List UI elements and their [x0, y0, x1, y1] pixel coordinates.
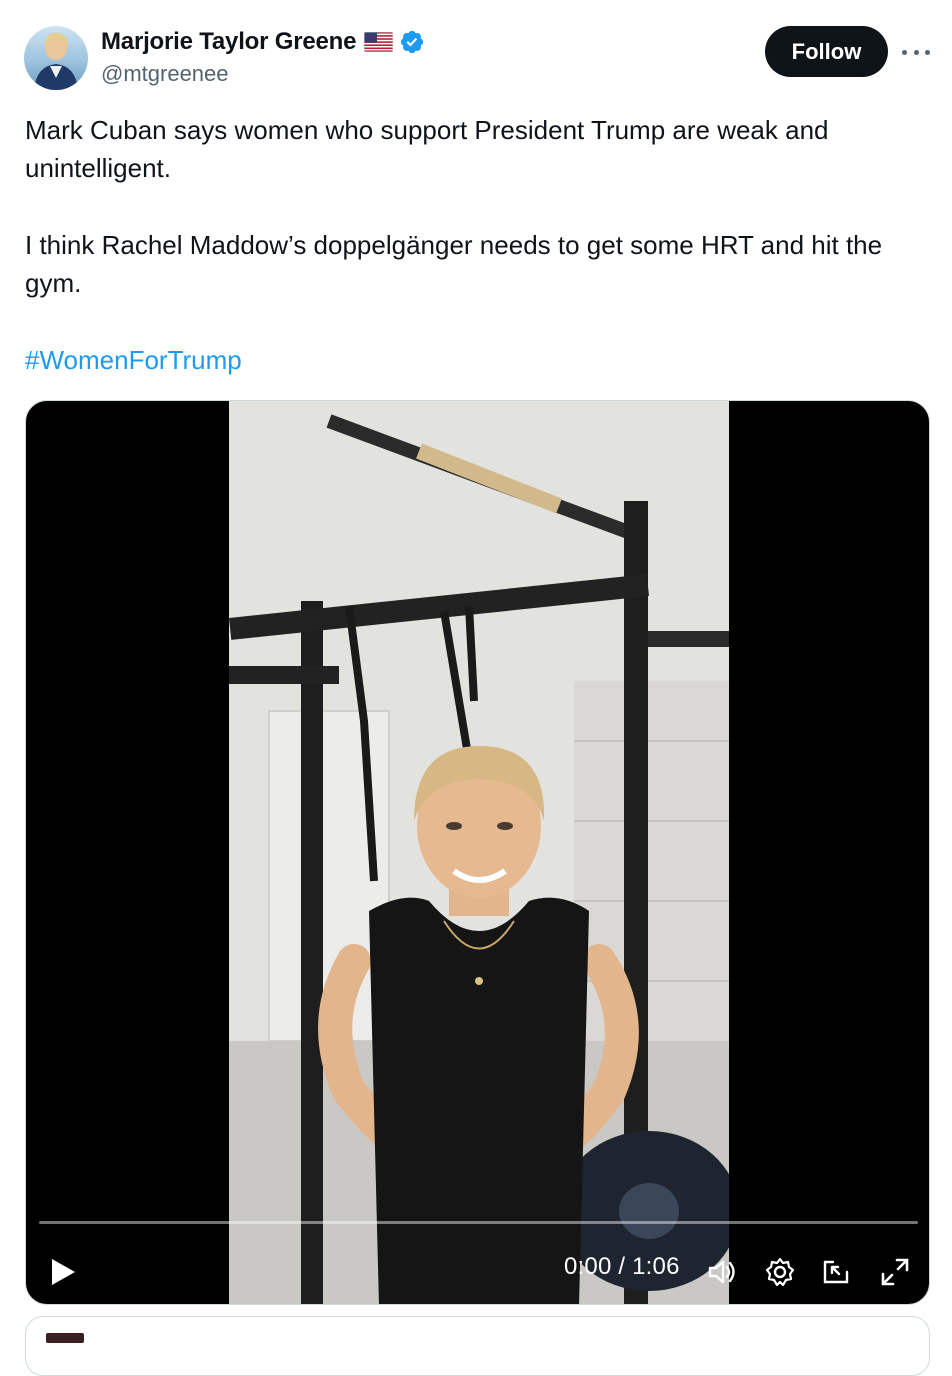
avatar-image	[34, 32, 78, 90]
hashtag-link[interactable]: #WomenForTrump	[25, 345, 242, 375]
more-dot	[925, 49, 930, 55]
video-thumbnail	[229, 401, 729, 1304]
more-dot	[913, 49, 919, 55]
tweet-paragraph: Mark Cuban says women who support Presid…	[25, 115, 829, 183]
more-dot	[902, 49, 907, 55]
picture-in-picture-icon[interactable]	[821, 1256, 853, 1288]
author-name-row: Marjorie Taylor Greene	[101, 26, 425, 58]
verified-badge-icon[interactable]	[399, 29, 425, 55]
video-progress-bar[interactable]	[39, 1221, 918, 1224]
video-frame[interactable]	[229, 401, 729, 1304]
quoted-tweet-card[interactable]	[25, 1316, 930, 1376]
video-duration: 1:06	[632, 1253, 680, 1280]
author-name[interactable]: Marjorie Taylor Greene	[101, 28, 356, 56]
settings-icon[interactable]	[764, 1256, 796, 1288]
tweet-paragraph: I think Rachel Maddow’s doppelgänger nee…	[25, 230, 883, 298]
video-player[interactable]: 0:00 / 1:06	[25, 400, 930, 1305]
quoted-tweet-avatar	[46, 1333, 84, 1343]
us-flag-icon	[364, 32, 394, 52]
video-time-separator: /	[611, 1253, 633, 1280]
author-handle[interactable]: @mtgreenee	[101, 61, 229, 87]
play-icon[interactable]	[48, 1256, 78, 1288]
author-avatar[interactable]	[24, 26, 88, 90]
fullscreen-icon[interactable]	[879, 1256, 911, 1288]
video-current-time: 0:00	[564, 1253, 612, 1280]
volume-icon[interactable]	[706, 1256, 738, 1288]
tweet-text: Mark Cuban says women who support Presid…	[25, 111, 915, 379]
follow-button[interactable]: Follow	[765, 26, 888, 77]
more-options-icon[interactable]	[902, 40, 930, 64]
video-time: 0:00 / 1:06	[564, 1253, 680, 1281]
